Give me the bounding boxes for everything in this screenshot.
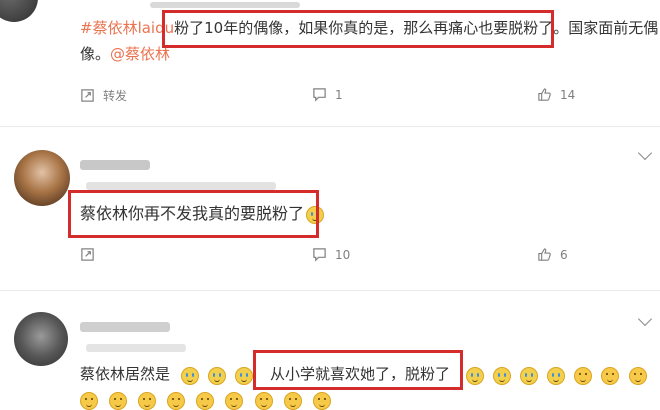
repost-icon xyxy=(81,248,94,261)
comment-icon xyxy=(313,248,326,262)
hashtag-link[interactable]: #蔡依林laidu xyxy=(80,19,174,37)
comment-text: 蔡依林居然是 xyxy=(80,364,170,384)
like-button[interactable]: 14 xyxy=(537,87,575,102)
comment-text-line2: 像。@蔡依林 xyxy=(80,45,171,63)
username-blurred[interactable] xyxy=(80,160,150,170)
comment-count: 1 xyxy=(335,87,343,102)
chevron-down-icon[interactable] xyxy=(637,145,653,161)
like-icon xyxy=(538,88,551,101)
highlight-box xyxy=(162,10,554,48)
repost-button[interactable] xyxy=(80,247,95,262)
chevron-down-icon[interactable] xyxy=(637,311,653,327)
timestamp-blurred xyxy=(86,182,276,190)
smile-emoji-icon xyxy=(574,366,593,385)
repost-icon xyxy=(81,89,94,102)
username-blurred[interactable] xyxy=(80,322,170,332)
like-count: 14 xyxy=(560,87,576,102)
smile-emoji-icon xyxy=(601,366,620,385)
avatar[interactable] xyxy=(14,312,68,366)
comment-icon xyxy=(313,88,326,102)
crying-emoji-icon xyxy=(235,366,254,385)
comment-count: 10 xyxy=(335,247,351,262)
comment-button[interactable]: 1 xyxy=(312,87,343,102)
divider xyxy=(0,126,660,127)
crying-emoji-icon xyxy=(547,366,566,385)
timestamp-blurred xyxy=(86,344,186,352)
crying-emoji-icon xyxy=(181,366,199,385)
repost-label: 转发 xyxy=(103,89,128,103)
crying-emoji-icon xyxy=(493,366,512,385)
comment-button[interactable]: 10 xyxy=(312,247,350,262)
smile-emoji-icon xyxy=(628,366,647,385)
crying-emoji-icon xyxy=(466,366,484,385)
crying-emoji-icon xyxy=(208,366,227,385)
crying-emoji-icon xyxy=(520,366,539,385)
avatar[interactable] xyxy=(14,150,70,206)
username-blurred[interactable] xyxy=(150,2,300,8)
comment-body-prefix: 蔡依林居然是 xyxy=(80,365,171,383)
repost-button[interactable]: 转发 xyxy=(80,87,127,104)
highlight-box xyxy=(253,350,463,390)
like-button[interactable]: 6 xyxy=(537,247,568,262)
highlight-box xyxy=(68,190,319,238)
avatar[interactable] xyxy=(0,0,38,22)
emoji-row xyxy=(466,365,647,385)
divider xyxy=(0,290,660,291)
emoji-row xyxy=(181,365,254,385)
like-icon xyxy=(538,248,551,261)
like-count: 6 xyxy=(560,247,568,262)
